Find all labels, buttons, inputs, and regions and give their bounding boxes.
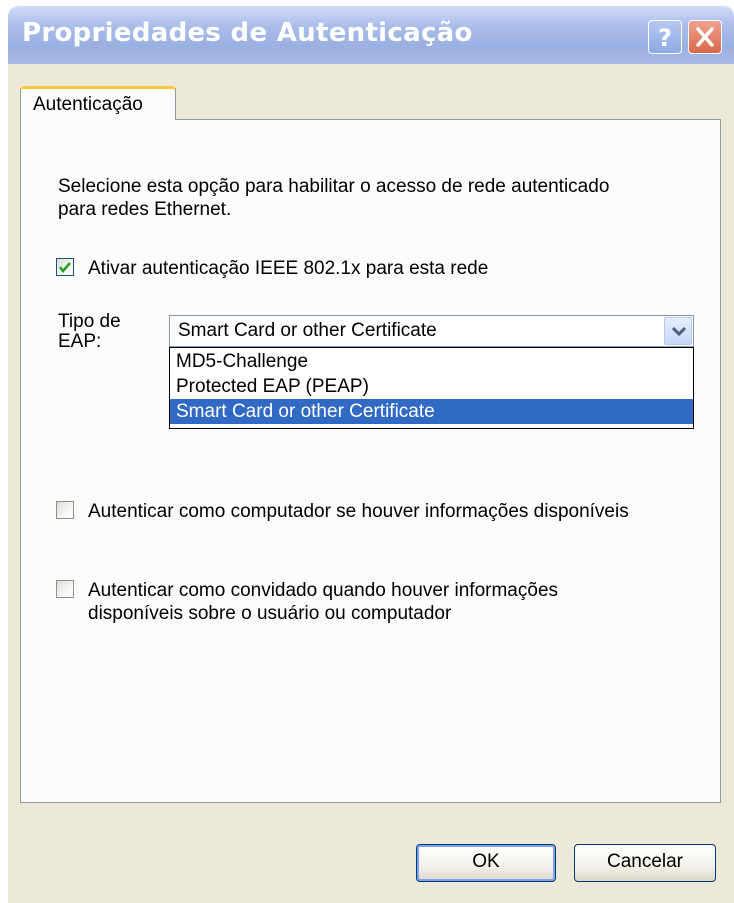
eap-type-label-2: EAP: xyxy=(58,331,102,352)
authenticate-as-guest-checkbox[interactable] xyxy=(56,580,74,598)
help-icon: ? xyxy=(658,24,672,52)
svg-text:?: ? xyxy=(658,24,672,52)
description-line-1: Selecione esta opção para habilitar o ac… xyxy=(58,176,610,197)
window-title: Propriedades de Autenticação xyxy=(22,18,473,48)
close-icon xyxy=(696,27,714,47)
dialog-content: Autenticação Selecione esta opção para h… xyxy=(8,64,734,903)
eap-dropdown-list: MD5-Challenge Protected EAP (PEAP) Smart… xyxy=(169,347,694,429)
authenticate-as-guest-label-2[interactable]: disponíveis sobre o usuário ou computado… xyxy=(88,602,451,625)
enable-8021x-label[interactable]: Ativar autenticação IEEE 802.1x para est… xyxy=(88,257,488,280)
eap-type-select[interactable]: Smart Card or other Certificate xyxy=(169,315,694,347)
close-button[interactable] xyxy=(688,20,722,54)
enable-8021x-checkbox[interactable] xyxy=(56,258,74,276)
title-bar[interactable]: Propriedades de Autenticação ? xyxy=(8,6,734,64)
authenticate-as-computer-checkbox[interactable] xyxy=(56,501,74,519)
authenticate-as-computer-label[interactable]: Autenticar como computador se houver inf… xyxy=(88,500,629,523)
eap-selected-value: Smart Card or other Certificate xyxy=(178,320,437,341)
tab-panel xyxy=(20,119,721,803)
tab-autenticacao[interactable]: Autenticação xyxy=(20,86,176,120)
tab-label: Autenticação xyxy=(33,94,143,115)
dropdown-option-smart-card[interactable]: Smart Card or other Certificate xyxy=(170,399,693,424)
ok-button[interactable]: OK xyxy=(416,844,556,882)
authenticate-as-guest-label-1[interactable]: Autenticar como convidado quando houver … xyxy=(88,579,558,602)
help-button[interactable]: ? xyxy=(648,20,682,54)
chevron-down-icon xyxy=(671,326,687,337)
dialog-window: Propriedades de Autenticação ? Autentica… xyxy=(8,6,734,903)
checkmark-icon xyxy=(59,262,71,273)
description-line-2: para redes Ethernet. xyxy=(58,199,232,220)
cancel-button[interactable]: Cancelar xyxy=(574,844,716,882)
dropdown-option-peap[interactable]: Protected EAP (PEAP) xyxy=(170,374,693,399)
dropdown-button[interactable] xyxy=(664,317,692,345)
dropdown-option-md5[interactable]: MD5-Challenge xyxy=(170,349,693,374)
